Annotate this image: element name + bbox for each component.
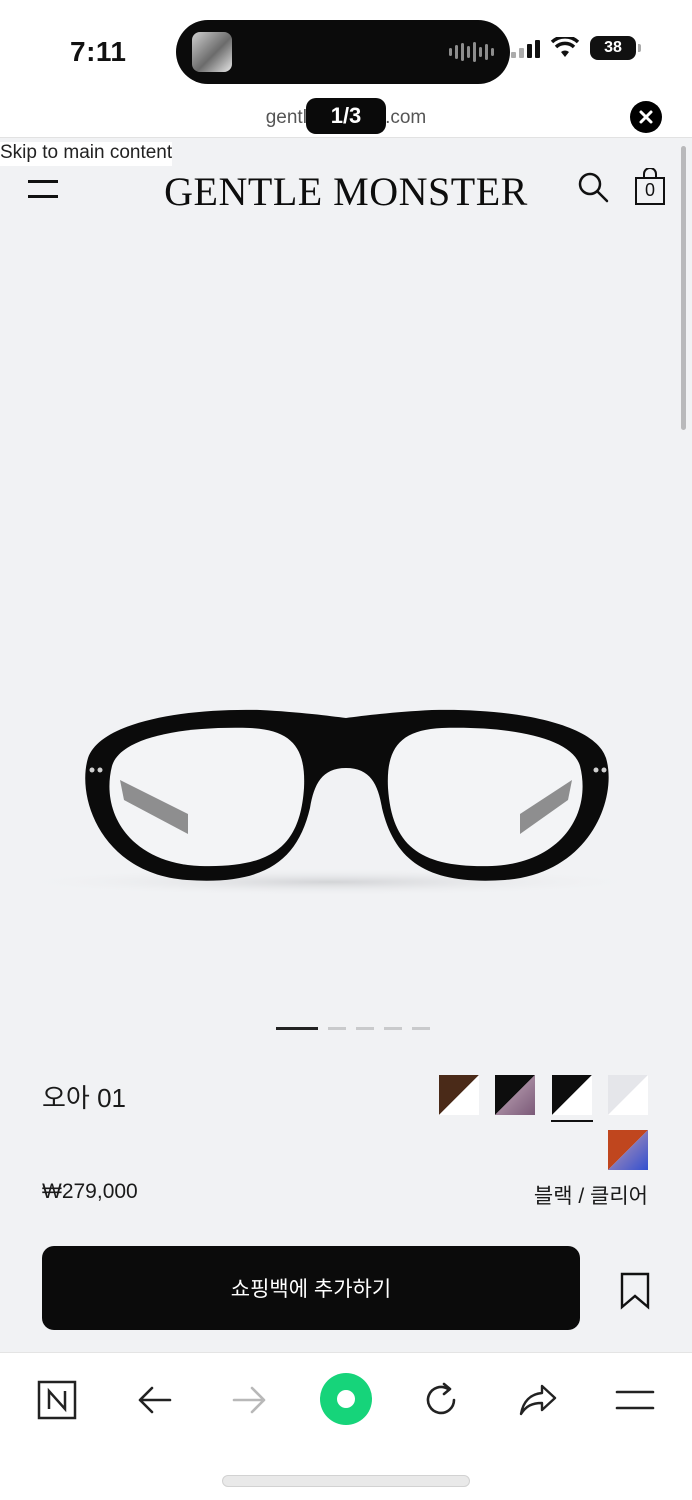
arrow-right-icon [232,1386,266,1414]
swatch-black-clear[interactable] [552,1075,592,1115]
status-indicators: 38 [511,36,641,60]
product-name: 오아 01 [42,1083,126,1113]
swatch-clear[interactable] [608,1075,648,1115]
site-header: GENTLE MONSTER 0 [0,166,692,214]
product-image-glasses[interactable] [0,688,692,908]
dynamic-island[interactable] [176,20,510,84]
green-circle-icon [320,1373,372,1425]
swatch-black-clear-fill [552,1075,592,1115]
selected-color-name: 블랙 / 클리어 [533,1185,648,1208]
close-icon[interactable] [630,101,662,133]
status-bar: 7:11 38 [0,0,692,100]
browser-menu-button[interactable] [610,1375,660,1425]
image-carousel-pager[interactable] [276,1027,430,1030]
back-button[interactable] [129,1375,179,1425]
battery-icon: 38 [590,36,641,60]
browser-toolbar [0,1352,692,1500]
pager-dot-2[interactable] [328,1027,346,1030]
add-to-bag-button[interactable]: 쇼핑백에 추가하기 [42,1246,580,1330]
search-icon[interactable] [576,170,610,204]
wifi-icon [550,37,580,57]
bag-count: 0 [644,180,655,200]
swatch-orange-blue-fill [608,1130,648,1170]
naver-home-button[interactable] [32,1375,82,1425]
pager-dot-3[interactable] [356,1027,374,1030]
swatch-black-purple[interactable] [495,1075,535,1115]
url-bar[interactable]: gentlemonster.com 1/3 [0,98,692,138]
home-indicator[interactable] [222,1475,470,1487]
pager-dot-1[interactable] [276,1027,318,1030]
web-page: Skip to main content GENTLE MONSTER 0 오아… [0,138,692,1352]
product-price: ₩279,000 [42,1180,138,1203]
status-time: 7:11 [70,36,127,67]
refresh-button[interactable] [416,1375,466,1425]
refresh-icon [426,1382,456,1415]
swatch-clear-fill [608,1075,648,1115]
shopping-bag-button[interactable]: 0 [634,167,666,206]
share-arrow-icon [519,1384,557,1416]
pager-dot-5[interactable] [412,1027,430,1030]
green-action-button[interactable] [320,1373,372,1425]
pager-dot-4[interactable] [384,1027,402,1030]
swatch-brown-clear-fill [439,1075,479,1115]
selected-swatch-indicator [551,1120,593,1122]
swatch-black-purple-fill [495,1075,535,1115]
naver-n-icon [37,1380,77,1420]
forward-button[interactable] [225,1375,275,1425]
scrollbar[interactable] [681,146,686,430]
menu-lines-icon [615,1390,655,1410]
cellular-signal-icon [511,38,540,58]
close-x-glyph [639,110,653,124]
battery-level: 38 [604,39,622,56]
now-playing-thumbnail [192,32,232,72]
arrow-left-icon [138,1386,172,1414]
swatch-brown-clear[interactable] [439,1075,479,1115]
audio-wave-icon [449,42,494,62]
share-button[interactable] [513,1375,563,1425]
tab-count-badge[interactable]: 1/3 [306,98,386,134]
bookmark-icon[interactable] [618,1272,652,1310]
swatch-orange-blue[interactable] [608,1130,648,1170]
skip-to-content-link[interactable]: Skip to main content [0,142,173,166]
